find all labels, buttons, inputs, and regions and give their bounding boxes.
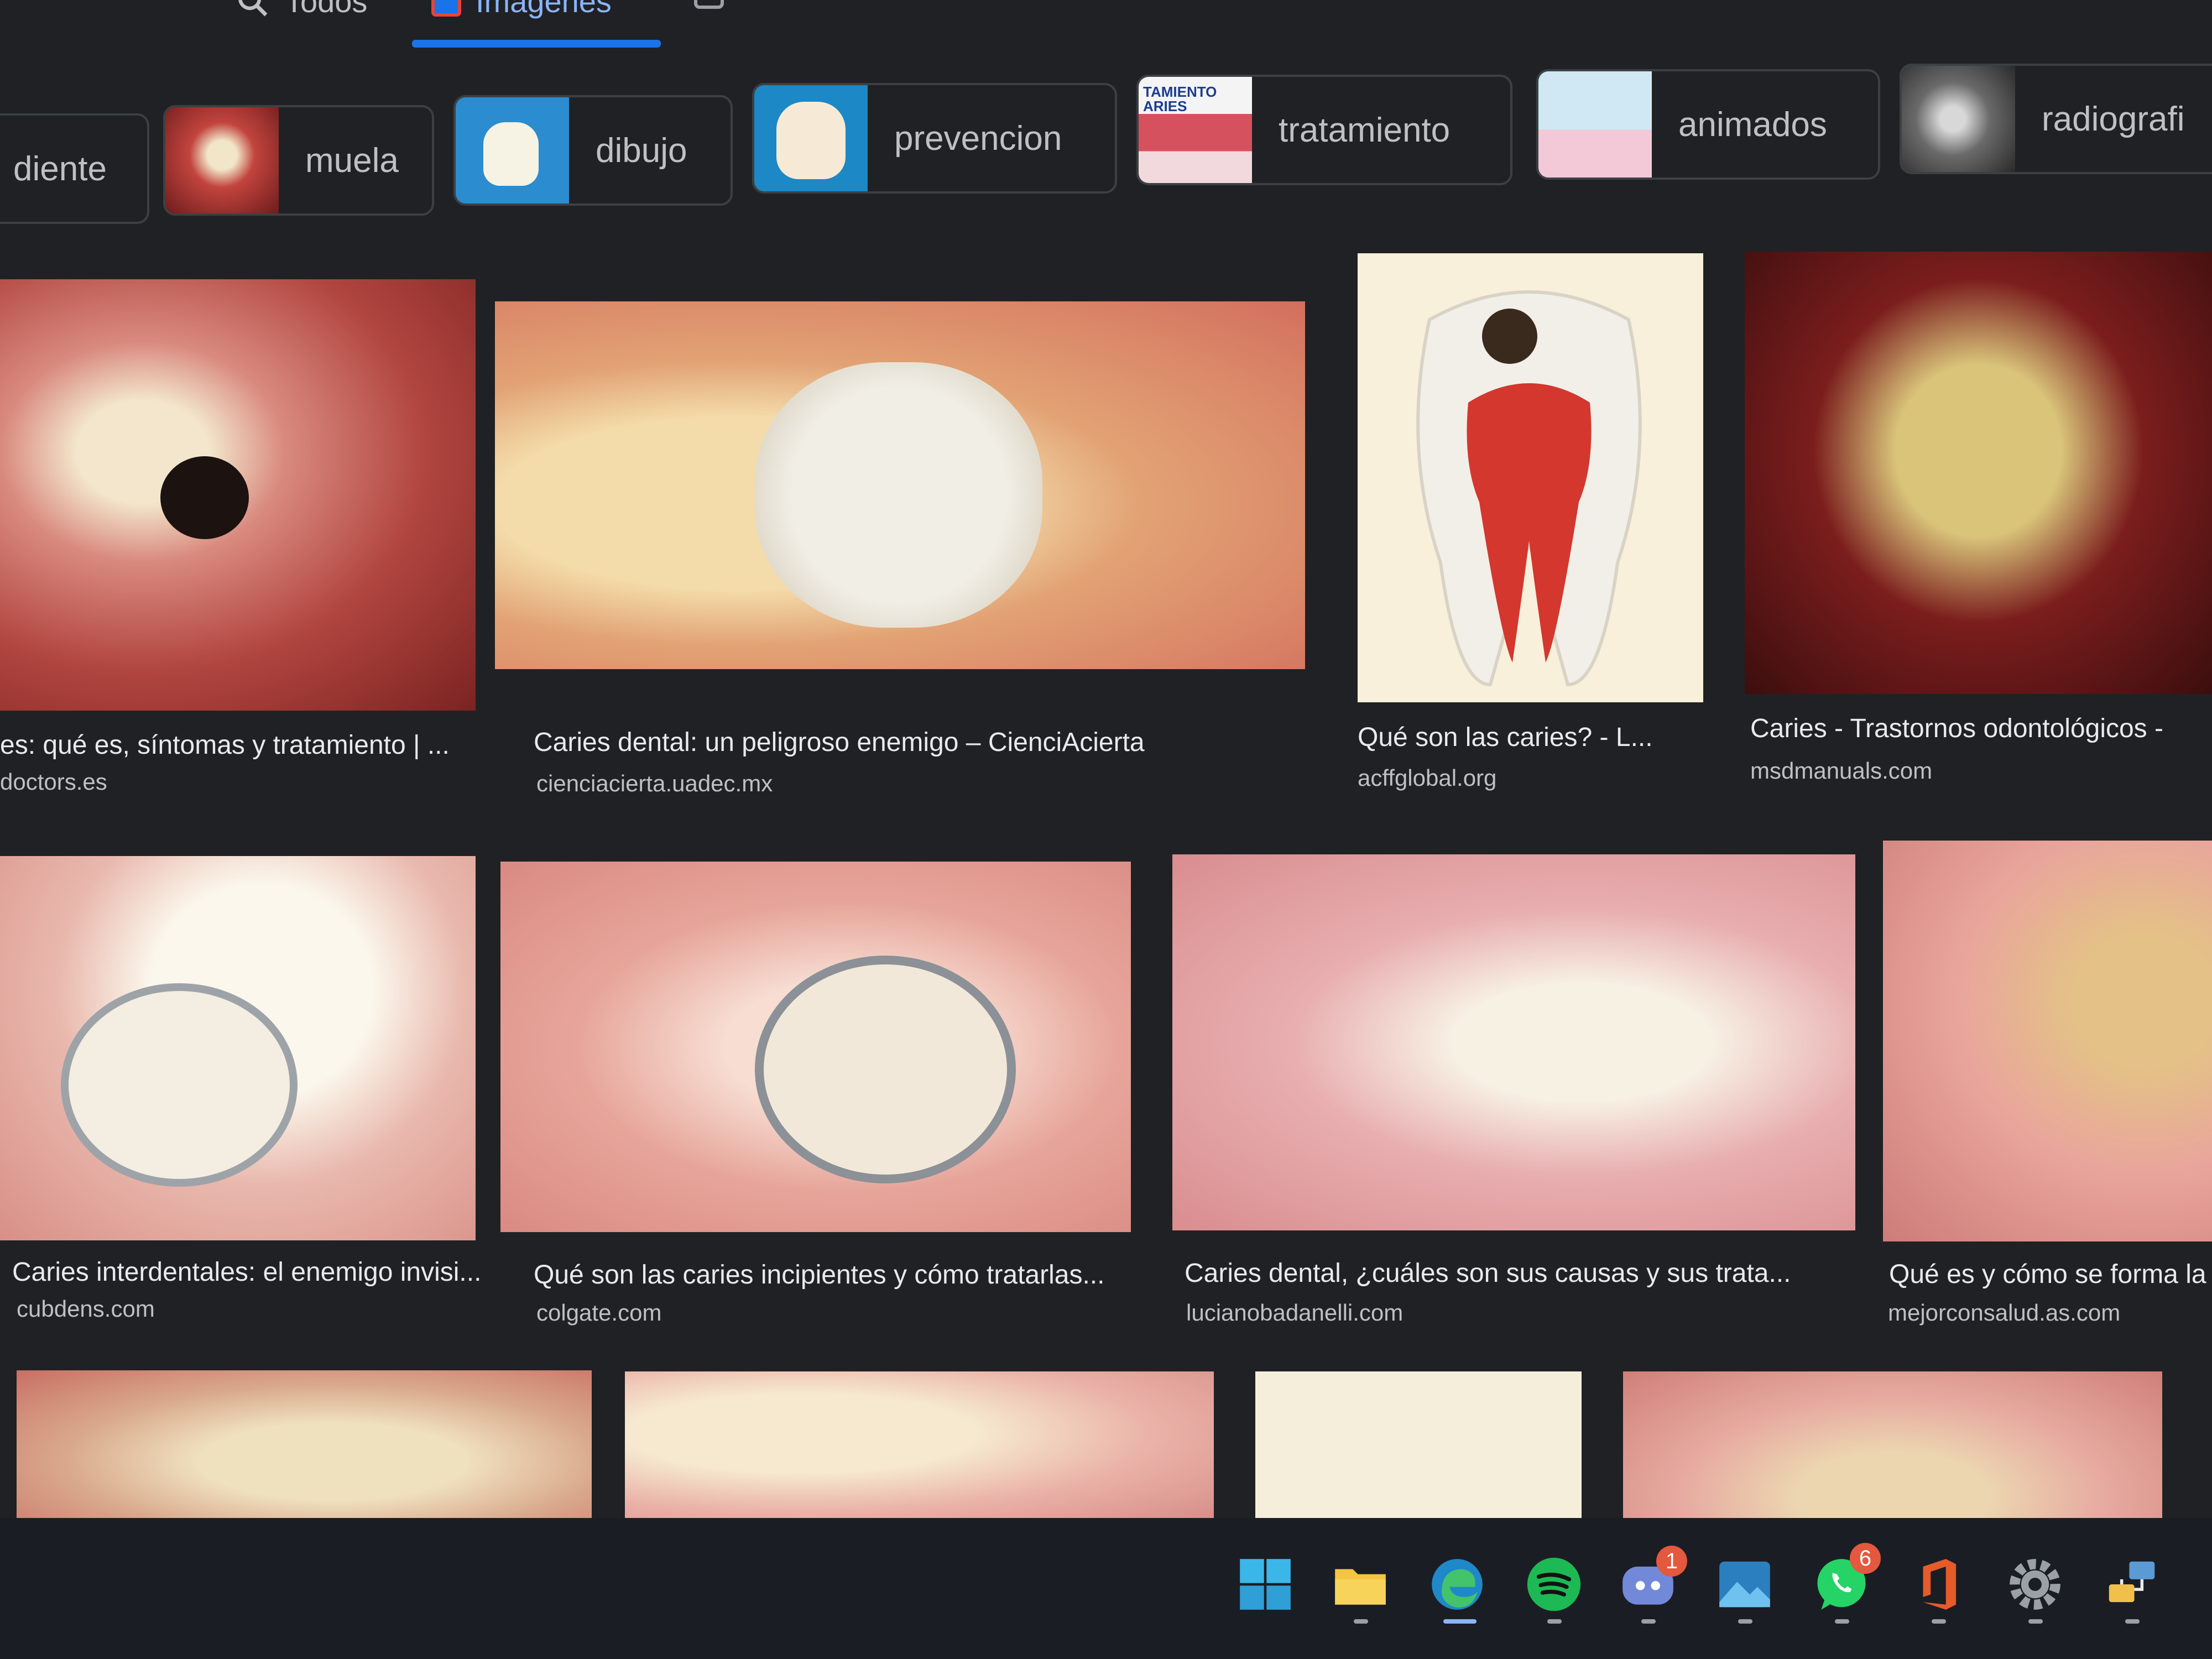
tab-imagenes[interactable]: Imágenes xyxy=(431,0,612,19)
image-icon xyxy=(431,0,461,17)
chip-prevencion[interactable]: prevencion xyxy=(752,83,1117,194)
whatsapp-notification-badge: 6 xyxy=(1850,1543,1881,1574)
spotify-icon[interactable] xyxy=(1524,1554,1584,1615)
discord-notification-badge: 1 xyxy=(1656,1546,1687,1577)
result-site: msdmanuals.com xyxy=(1750,758,1933,784)
chip-label: radiografi xyxy=(2042,100,2185,138)
result-thumbnail[interactable] xyxy=(1358,253,1703,702)
result-site: mejorconsalud.as.com xyxy=(1888,1300,2121,1326)
result-title[interactable]: Caries - Trastornos odontológicos - xyxy=(1750,713,2163,744)
photos-icon[interactable] xyxy=(1714,1554,1775,1615)
result-thumbnail[interactable] xyxy=(1255,1371,1582,1529)
chip-thumbnail xyxy=(754,85,868,191)
result-title[interactable]: es: qué es, síntomas y tratamiento | ... xyxy=(0,730,450,760)
chip-label: prevencion xyxy=(894,119,1062,158)
settings-icon[interactable] xyxy=(2005,1554,2065,1615)
taskbar-active-indicator xyxy=(1443,1619,1477,1624)
result-title[interactable]: Caries dental, ¿cuáles son sus causas y … xyxy=(1185,1258,1791,1288)
result-thumbnail[interactable] xyxy=(17,1370,592,1522)
taskbar-running-indicator xyxy=(2125,1619,2140,1624)
chip-thumbnail xyxy=(456,97,569,204)
result-thumbnail[interactable] xyxy=(1623,1371,2162,1529)
search-icon xyxy=(238,0,268,16)
taskbar xyxy=(0,1518,2212,1659)
result-site: colgate.com xyxy=(536,1300,662,1326)
chip-animados[interactable]: animados xyxy=(1536,69,1880,180)
windows-start-icon[interactable] xyxy=(1235,1554,1296,1615)
taskbar-running-indicator xyxy=(1932,1619,1946,1624)
result-site: lucianobadanelli.com xyxy=(1186,1300,1404,1326)
chip-label: dibujo xyxy=(596,131,687,170)
chip-radiografia[interactable]: radiografi xyxy=(1900,64,2212,174)
chip-thumbnail xyxy=(1902,66,2015,172)
tab-imagenes-label: Imágenes xyxy=(476,0,612,19)
chip-muela[interactable]: muela xyxy=(163,105,434,216)
chip-label: muela xyxy=(305,141,399,180)
result-title[interactable]: Caries interdentales: el enemigo invisi.… xyxy=(12,1257,481,1287)
result-thumbnail[interactable] xyxy=(1172,854,1855,1230)
file-explorer-icon[interactable] xyxy=(1330,1554,1391,1615)
result-thumbnail[interactable] xyxy=(1745,252,2212,694)
result-title[interactable]: Qué son las caries? - L... xyxy=(1358,722,1653,753)
chip-dibujo[interactable]: dibujo xyxy=(453,95,733,206)
result-site: acffglobal.org xyxy=(1358,765,1497,791)
result-thumbnail[interactable] xyxy=(1883,841,2212,1241)
taskbar-running-indicator xyxy=(2028,1619,2043,1624)
chip-label: tratamiento xyxy=(1279,111,1451,149)
result-title[interactable]: Qué son las caries incipientes y cómo tr… xyxy=(534,1260,1104,1290)
taskbar-running-indicator xyxy=(1738,1619,1752,1624)
chip-thumb-text: TAMIENTO ARIES xyxy=(1143,84,1217,114)
result-thumbnail[interactable] xyxy=(625,1371,1214,1526)
result-title[interactable]: Caries dental: un peligroso enemigo – Ci… xyxy=(534,727,1145,758)
office-icon[interactable] xyxy=(1908,1554,1969,1615)
chip-label: animados xyxy=(1678,105,1827,144)
tab-todos-label: Todos xyxy=(285,0,368,19)
edge-icon[interactable] xyxy=(1427,1554,1488,1615)
chip-thumbnail xyxy=(1538,71,1652,178)
result-site: cubdens.com xyxy=(17,1296,155,1322)
tab-todos[interactable]: Todos xyxy=(235,0,367,19)
tooth-diagram xyxy=(1416,290,1642,687)
chip-tratamiento[interactable]: TAMIENTO ARIES tratamiento xyxy=(1136,75,1512,185)
chip-thumbnail: TAMIENTO ARIES xyxy=(1139,77,1252,183)
taskbar-running-indicator xyxy=(1835,1619,1849,1624)
result-title[interactable]: Qué es y cómo se forma la xyxy=(1889,1259,2206,1290)
tab-more-icon[interactable] xyxy=(694,0,724,9)
active-tab-indicator xyxy=(412,40,661,48)
taskbar-running-indicator xyxy=(1354,1619,1368,1624)
chip-diente[interactable]: diente xyxy=(0,113,149,224)
result-site: cienciacierta.uadec.mx xyxy=(536,770,773,796)
network-icon[interactable] xyxy=(2101,1554,2162,1615)
taskbar-running-indicator xyxy=(1641,1619,1656,1624)
result-thumbnail[interactable] xyxy=(500,862,1131,1232)
chip-label: diente xyxy=(13,149,107,188)
result-site: doctors.es xyxy=(0,769,107,795)
chip-thumbnail xyxy=(165,107,279,213)
result-thumbnail[interactable] xyxy=(0,279,476,711)
result-thumbnail[interactable] xyxy=(0,856,476,1240)
search-tabs: Todos Imágenes xyxy=(0,0,2212,61)
taskbar-running-indicator xyxy=(1547,1619,1562,1624)
result-thumbnail[interactable] xyxy=(495,301,1305,669)
